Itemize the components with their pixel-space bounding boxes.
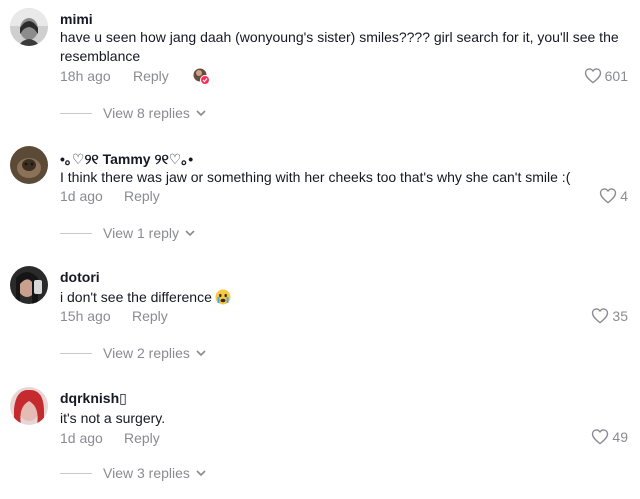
like-button[interactable]: 4 bbox=[599, 187, 628, 204]
comment-text: I think there was jaw or something with … bbox=[60, 169, 571, 185]
reply-button[interactable]: Reply bbox=[133, 68, 169, 84]
chevron-down-icon bbox=[196, 349, 206, 356]
comment-username-text: dqrknish bbox=[60, 390, 120, 406]
comment-item: •｡♡୨୧ Tammy ୨୧♡｡• I think there was jaw … bbox=[0, 140, 640, 250]
username-missing-glyph: ▯ bbox=[119, 390, 127, 406]
reply-button[interactable]: Reply bbox=[124, 430, 160, 446]
like-count: 35 bbox=[612, 307, 628, 324]
like-button[interactable]: 49 bbox=[591, 428, 628, 445]
comment-text-content: i don't see the difference bbox=[60, 289, 212, 305]
avatar-photo-icon bbox=[10, 387, 48, 425]
comment-time: 1d ago bbox=[60, 188, 103, 204]
comment-meta: 18h ago Reply bbox=[60, 68, 169, 84]
view-replies-button[interactable]: View 1 reply bbox=[60, 225, 195, 241]
chevron-down-icon bbox=[185, 229, 195, 236]
reply-button[interactable]: Reply bbox=[124, 188, 160, 204]
divider-line bbox=[60, 352, 92, 354]
heart-outline-icon bbox=[592, 429, 609, 445]
heart-outline-icon bbox=[584, 68, 601, 84]
divider-line bbox=[60, 232, 92, 234]
comment-username[interactable]: dotori bbox=[60, 269, 100, 285]
heart-outline-icon bbox=[592, 308, 609, 324]
creator-liked-icon bbox=[193, 68, 210, 85]
comment-text: it's not a surgery. bbox=[60, 410, 166, 426]
like-count: 49 bbox=[612, 428, 628, 445]
divider-line bbox=[60, 472, 92, 474]
like-button[interactable]: 601 bbox=[584, 67, 628, 84]
like-count: 4 bbox=[620, 187, 628, 204]
chevron-down-icon bbox=[196, 469, 206, 476]
like-button[interactable]: 35 bbox=[591, 307, 628, 324]
heart-outline-icon bbox=[600, 188, 617, 204]
view-replies-label: View 2 replies bbox=[103, 345, 190, 361]
divider-line bbox=[60, 112, 92, 114]
view-replies-button[interactable]: View 2 replies bbox=[60, 345, 206, 361]
view-replies-label: View 1 reply bbox=[103, 225, 180, 241]
avatar[interactable] bbox=[10, 8, 48, 46]
comment-text: have u seen how jang daah (wonyoung's si… bbox=[60, 29, 619, 64]
avatar[interactable] bbox=[10, 387, 48, 425]
comment-text: i don't see the difference bbox=[60, 288, 630, 307]
comment-username[interactable]: •｡♡୨୧ Tammy ୨୧♡｡• bbox=[60, 149, 193, 169]
comment-username[interactable]: dqrknish▯ bbox=[60, 390, 127, 407]
avatar-photo-icon bbox=[10, 8, 48, 46]
avatar[interactable] bbox=[10, 146, 48, 184]
reply-button[interactable]: Reply bbox=[132, 308, 168, 324]
avatar-photo-icon bbox=[10, 266, 48, 304]
view-replies-button[interactable]: View 8 replies bbox=[60, 105, 206, 121]
comment-item: dqrknish▯ it's not a surgery. 1d ago Rep… bbox=[0, 384, 640, 499]
comment-item: mimi have u seen how jang daah (wonyoung… bbox=[0, 0, 640, 125]
comment-time: 1d ago bbox=[60, 430, 103, 446]
view-replies-label: View 8 replies bbox=[103, 105, 190, 121]
avatar[interactable] bbox=[10, 266, 48, 304]
comment-meta: 1d ago Reply bbox=[60, 188, 160, 204]
comment-time: 18h ago bbox=[60, 68, 111, 84]
crying-face-emoji bbox=[215, 289, 231, 305]
like-count: 601 bbox=[604, 67, 628, 84]
view-replies-label: View 3 replies bbox=[103, 465, 190, 481]
comment-meta: 1d ago Reply bbox=[60, 430, 160, 446]
comment-item: dotori i don't see the difference 15h ag… bbox=[0, 262, 640, 372]
view-replies-button[interactable]: View 3 replies bbox=[60, 465, 206, 481]
comment-username[interactable]: mimi bbox=[60, 11, 93, 27]
avatar-photo-icon bbox=[10, 146, 48, 184]
chevron-down-icon bbox=[196, 109, 206, 116]
comment-meta: 15h ago Reply bbox=[60, 308, 168, 324]
comment-time: 15h ago bbox=[60, 308, 111, 324]
